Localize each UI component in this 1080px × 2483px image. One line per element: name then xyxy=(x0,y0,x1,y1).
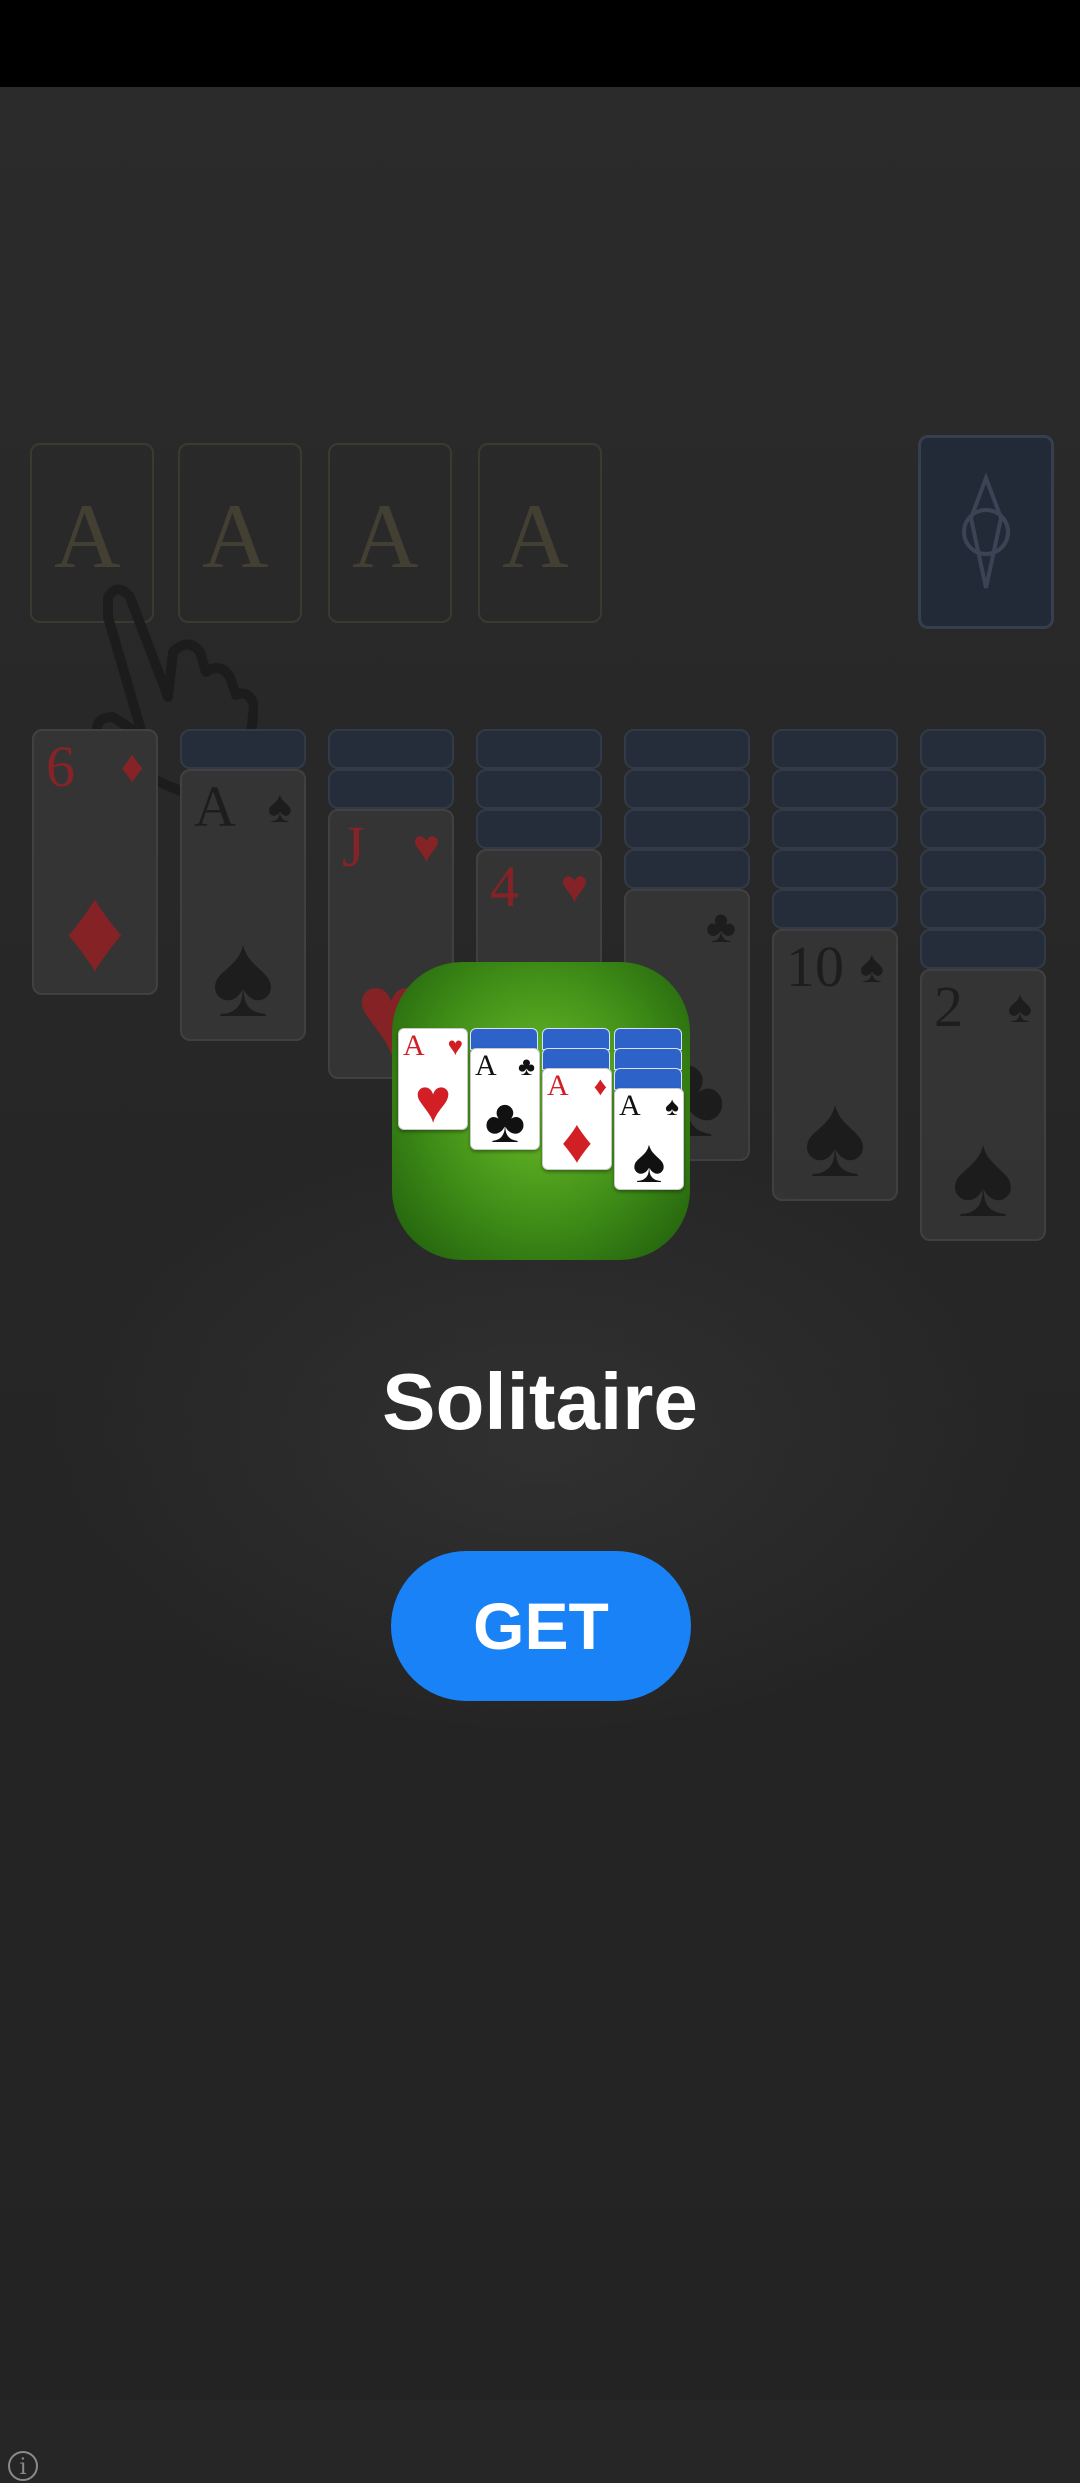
facedown-card xyxy=(920,809,1046,849)
card-suit: ♣ xyxy=(705,900,736,952)
status-bar xyxy=(0,0,1080,87)
stock-pile xyxy=(918,435,1054,629)
foundation-label: A xyxy=(502,485,569,587)
facedown-card xyxy=(920,729,1046,769)
card-suit: ♠ xyxy=(267,780,292,832)
facedown-card xyxy=(476,729,602,769)
card-suit: ♠ xyxy=(1007,980,1032,1032)
icon-card-suit-large: ♦ xyxy=(561,1107,593,1176)
card-suit-large: ♦ xyxy=(64,864,126,996)
icon-card-suit-large: ♣ xyxy=(484,1087,526,1156)
icon-card: A ♠ ♠ xyxy=(614,1088,684,1196)
foundation-label: A xyxy=(352,485,419,587)
foundation-slot: A xyxy=(328,443,452,623)
icon-card: A ♦ ♦ xyxy=(542,1068,612,1176)
card-rank: 6 xyxy=(46,734,75,799)
facedown-card xyxy=(624,729,750,769)
facedown-card xyxy=(920,889,1046,929)
facedown-card xyxy=(624,849,750,889)
facedown-card xyxy=(476,769,602,809)
foundation-label: A xyxy=(54,485,121,587)
icon-card-rank: A xyxy=(475,1049,497,1082)
card-rank: 10 xyxy=(786,934,844,999)
card-rank: 4 xyxy=(490,854,519,919)
card-suit: ♥ xyxy=(412,820,440,872)
tableau-card: 6 ♦ ♦ xyxy=(32,729,158,995)
icon-card-suit-large: ♠ xyxy=(632,1127,666,1196)
icon-card-suit-large: ♥ xyxy=(414,1067,452,1136)
icon-card-back xyxy=(614,1068,682,1090)
get-button[interactable]: GET xyxy=(391,1551,691,1701)
facedown-card xyxy=(772,889,898,929)
icon-card-back xyxy=(614,1028,682,1050)
icon-card-suit: ♦ xyxy=(593,1071,607,1101)
facedown-card xyxy=(772,849,898,889)
icon-card-back xyxy=(614,1048,682,1070)
tableau-card: 10 ♠ ♠ xyxy=(772,929,898,1201)
icon-card-rank: A xyxy=(547,1069,569,1102)
facedown-card xyxy=(920,769,1046,809)
facedown-card xyxy=(180,729,306,769)
facedown-card xyxy=(476,809,602,849)
facedown-card xyxy=(772,769,898,809)
facedown-card xyxy=(328,769,454,809)
icon-card-suit: ♠ xyxy=(665,1091,679,1121)
card-suit: ♥ xyxy=(560,860,588,912)
icon-card-back xyxy=(470,1028,538,1050)
facedown-card xyxy=(624,769,750,809)
facedown-card xyxy=(772,809,898,849)
tableau-card: 2 ♠ ♠ xyxy=(920,969,1046,1241)
foundation-slot: A xyxy=(478,443,602,623)
ad-info-icon[interactable]: i xyxy=(8,2451,38,2481)
facedown-card xyxy=(328,729,454,769)
card-back-ornament-icon xyxy=(962,472,1010,589)
icon-card-back xyxy=(542,1048,610,1070)
card-suit: ♠ xyxy=(859,940,884,992)
icon-card-rank: A xyxy=(403,1029,425,1062)
card-suit-large: ♠ xyxy=(211,910,275,1042)
icon-card: A ♥ ♥ xyxy=(398,1028,468,1136)
app-title: Solitaire xyxy=(382,1357,698,1446)
icon-card-suit: ♣ xyxy=(517,1051,535,1081)
icon-card-rank: A xyxy=(619,1089,641,1122)
icon-card-back xyxy=(542,1028,610,1050)
icon-card-suit: ♥ xyxy=(447,1031,463,1061)
solitaire-app-icon: A ♥ ♥ A ♣ ♣ A ♦ ♦ A ♠ ♠ xyxy=(392,962,690,1260)
card-rank: A xyxy=(194,774,236,839)
facedown-card xyxy=(920,929,1046,969)
facedown-card xyxy=(624,809,750,849)
ad-interstitial: A A A A 6 ♦ ♦ A ♠ ♠ J ♥ ♥ 4 ♥ ♣ 10 ♠ ♠ 2… xyxy=(0,87,1080,2481)
card-suit-large: ♠ xyxy=(803,1070,867,1202)
card-rank: 2 xyxy=(934,974,963,1039)
card-suit: ♦ xyxy=(120,740,144,792)
facedown-card xyxy=(772,729,898,769)
tableau-card: A ♠ ♠ xyxy=(180,769,306,1041)
foundation-label: A xyxy=(202,485,269,587)
card-rank: J xyxy=(342,814,365,879)
card-suit-large: ♠ xyxy=(951,1110,1015,1242)
facedown-card xyxy=(920,849,1046,889)
icon-card: A ♣ ♣ xyxy=(470,1048,540,1156)
